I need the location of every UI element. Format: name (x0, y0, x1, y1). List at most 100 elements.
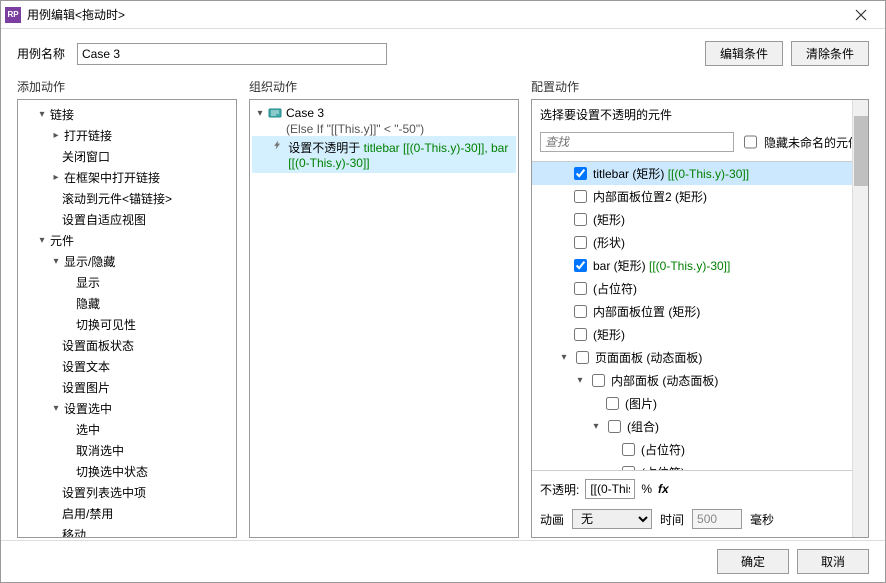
cancel-button[interactable]: 取消 (797, 549, 869, 574)
widget-checkbox[interactable] (574, 190, 587, 203)
chevron-right-icon[interactable] (50, 130, 62, 142)
widget-checkbox[interactable] (606, 397, 619, 410)
scroll-thumb[interactable] (854, 116, 868, 186)
action-tree[interactable]: 链接打开链接关闭窗口在框架中打开链接滚动到元件<锚链接> 设置自适应视图元件显示/… (17, 99, 237, 538)
chevron-down-icon[interactable] (50, 403, 62, 415)
widget-list[interactable]: titlebar (矩形) [[(0-This.y)-30]]内部面板位置2 (… (532, 161, 868, 471)
widget-row[interactable]: (图片) (532, 392, 868, 415)
widget-checkbox[interactable] (592, 374, 605, 387)
action-tree-item[interactable]: 在框架中打开链接 (20, 167, 234, 188)
window-titlebar: RP 用例编辑<拖动时> (1, 1, 885, 29)
widget-checkbox[interactable] (608, 420, 621, 433)
hide-unnamed-checkbox-row[interactable]: 隐藏未命名的元件 (740, 129, 860, 155)
widget-label: (形状) (593, 234, 625, 251)
chevron-down-icon[interactable] (50, 256, 62, 268)
widget-checkbox[interactable] (574, 282, 587, 295)
widget-checkbox[interactable] (574, 305, 587, 318)
action-text: 设置不透明于 titlebar [[(0-This.y)-30]], bar [… (288, 139, 512, 170)
chevron-down-icon[interactable] (590, 421, 602, 433)
widget-row[interactable]: titlebar (矩形) [[(0-This.y)-30]] (532, 162, 868, 185)
widget-row[interactable]: 内部面板位置2 (矩形) (532, 185, 868, 208)
widget-label: (组合) (627, 418, 659, 435)
search-input[interactable] (540, 132, 734, 152)
tree-item-label: 设置自适应视图 (62, 211, 146, 228)
chevron-down-icon[interactable] (36, 109, 48, 121)
action-tree-item[interactable]: 选中 (20, 419, 234, 440)
anim-label: 动画 (540, 511, 564, 528)
action-tree-item[interactable]: 取消选中 (20, 440, 234, 461)
action-tree-item[interactable]: 滚动到元件<锚链接> (20, 188, 234, 209)
bolt-icon (272, 139, 282, 153)
action-tree-item[interactable]: 移动 (20, 524, 234, 538)
tree-item-label: 设置图片 (62, 379, 110, 396)
widget-value: [[(0-This.y)-30]] (664, 167, 749, 181)
action-tree-item[interactable]: 设置自适应视图 (20, 209, 234, 230)
expand-icon[interactable] (254, 107, 266, 119)
case-name-input[interactable] (77, 43, 387, 65)
case-condition: (Else If "[[This.y]]" < "-50") (252, 122, 516, 136)
widget-checkbox[interactable] (574, 259, 587, 272)
chevron-down-icon[interactable] (558, 352, 570, 364)
widget-checkbox[interactable] (574, 328, 587, 341)
tree-item-label: 设置文本 (62, 358, 110, 375)
action-tree-item[interactable]: 设置选中 (20, 398, 234, 419)
widget-row[interactable]: 内部面板 (动态面板) (532, 369, 868, 392)
widget-row[interactable]: (形状) (532, 231, 868, 254)
widget-label: 页面面板 (动态面板) (595, 349, 702, 366)
action-tree-item[interactable]: 元件 (20, 230, 234, 251)
widget-checkbox[interactable] (574, 213, 587, 226)
widget-row[interactable]: (占位符) (532, 461, 868, 471)
chevron-down-icon[interactable] (574, 375, 586, 387)
action-tree-item[interactable]: 设置面板状态 (20, 335, 234, 356)
widget-row[interactable]: bar (矩形) [[(0-This.y)-30]] (532, 254, 868, 277)
widget-label: (图片) (625, 395, 657, 412)
clear-condition-button[interactable]: 清除条件 (791, 41, 869, 66)
opacity-input[interactable] (585, 479, 635, 499)
action-tree-item[interactable]: 显示 (20, 272, 234, 293)
tree-item-label: 移动 (62, 526, 86, 538)
widget-checkbox[interactable] (574, 236, 587, 249)
action-tree-item[interactable]: 设置文本 (20, 356, 234, 377)
widget-checkbox[interactable] (574, 167, 587, 180)
action-tree-item[interactable]: 切换选中状态 (20, 461, 234, 482)
action-tree-item[interactable]: 切换可见性 (20, 314, 234, 335)
action-tree-item[interactable]: 启用/禁用 (20, 503, 234, 524)
widget-checkbox[interactable] (622, 443, 635, 456)
widget-row[interactable]: 页面面板 (动态面板) (532, 346, 868, 369)
anim-select[interactable]: 无 (572, 509, 652, 529)
scrollbar[interactable] (852, 100, 868, 537)
case-label: Case 3 (286, 106, 324, 120)
action-tree-item[interactable]: 显示/隐藏 (20, 251, 234, 272)
action-tree-item[interactable]: 关闭窗口 (20, 146, 234, 167)
widget-row[interactable]: (矩形) (532, 323, 868, 346)
widget-row[interactable]: 内部面板位置 (矩形) (532, 300, 868, 323)
widget-checkbox[interactable] (622, 466, 635, 471)
action-row[interactable]: 设置不透明于 titlebar [[(0-This.y)-30]], bar [… (252, 136, 516, 173)
widget-row[interactable]: (矩形) (532, 208, 868, 231)
time-input (692, 509, 742, 529)
widget-row[interactable]: (占位符) (532, 277, 868, 300)
tree-item-label: 打开链接 (64, 127, 112, 144)
action-tree-item[interactable]: 隐藏 (20, 293, 234, 314)
edit-condition-button[interactable]: 编辑条件 (705, 41, 783, 66)
chevron-down-icon[interactable] (36, 235, 48, 247)
widget-row[interactable]: (组合) (532, 415, 868, 438)
hide-unnamed-checkbox[interactable] (744, 132, 757, 152)
close-button[interactable] (841, 1, 881, 29)
case-node[interactable]: Case 3 (252, 104, 516, 122)
tree-item-label: 设置选中 (64, 400, 112, 417)
close-icon (855, 9, 867, 21)
widget-row[interactable]: (占位符) (532, 438, 868, 461)
action-tree-item[interactable]: 设置图片 (20, 377, 234, 398)
chevron-right-icon[interactable] (50, 172, 62, 184)
fx-button[interactable]: fx (658, 482, 669, 496)
action-tree-item[interactable]: 设置列表选中项 (20, 482, 234, 503)
widget-checkbox[interactable] (576, 351, 589, 364)
action-tree-item[interactable]: 链接 (20, 104, 234, 125)
case-tree[interactable]: Case 3 (Else If "[[This.y]]" < "-50") 设置… (249, 99, 519, 538)
tree-item-label: 显示 (76, 274, 100, 291)
ok-button[interactable]: 确定 (717, 549, 789, 574)
action-tree-item[interactable]: 打开链接 (20, 125, 234, 146)
tree-item-label: 切换可见性 (76, 316, 136, 333)
configure-panel: 选择要设置不透明的元件 隐藏未命名的元件 titlebar (矩形) [[(0-… (531, 99, 869, 538)
